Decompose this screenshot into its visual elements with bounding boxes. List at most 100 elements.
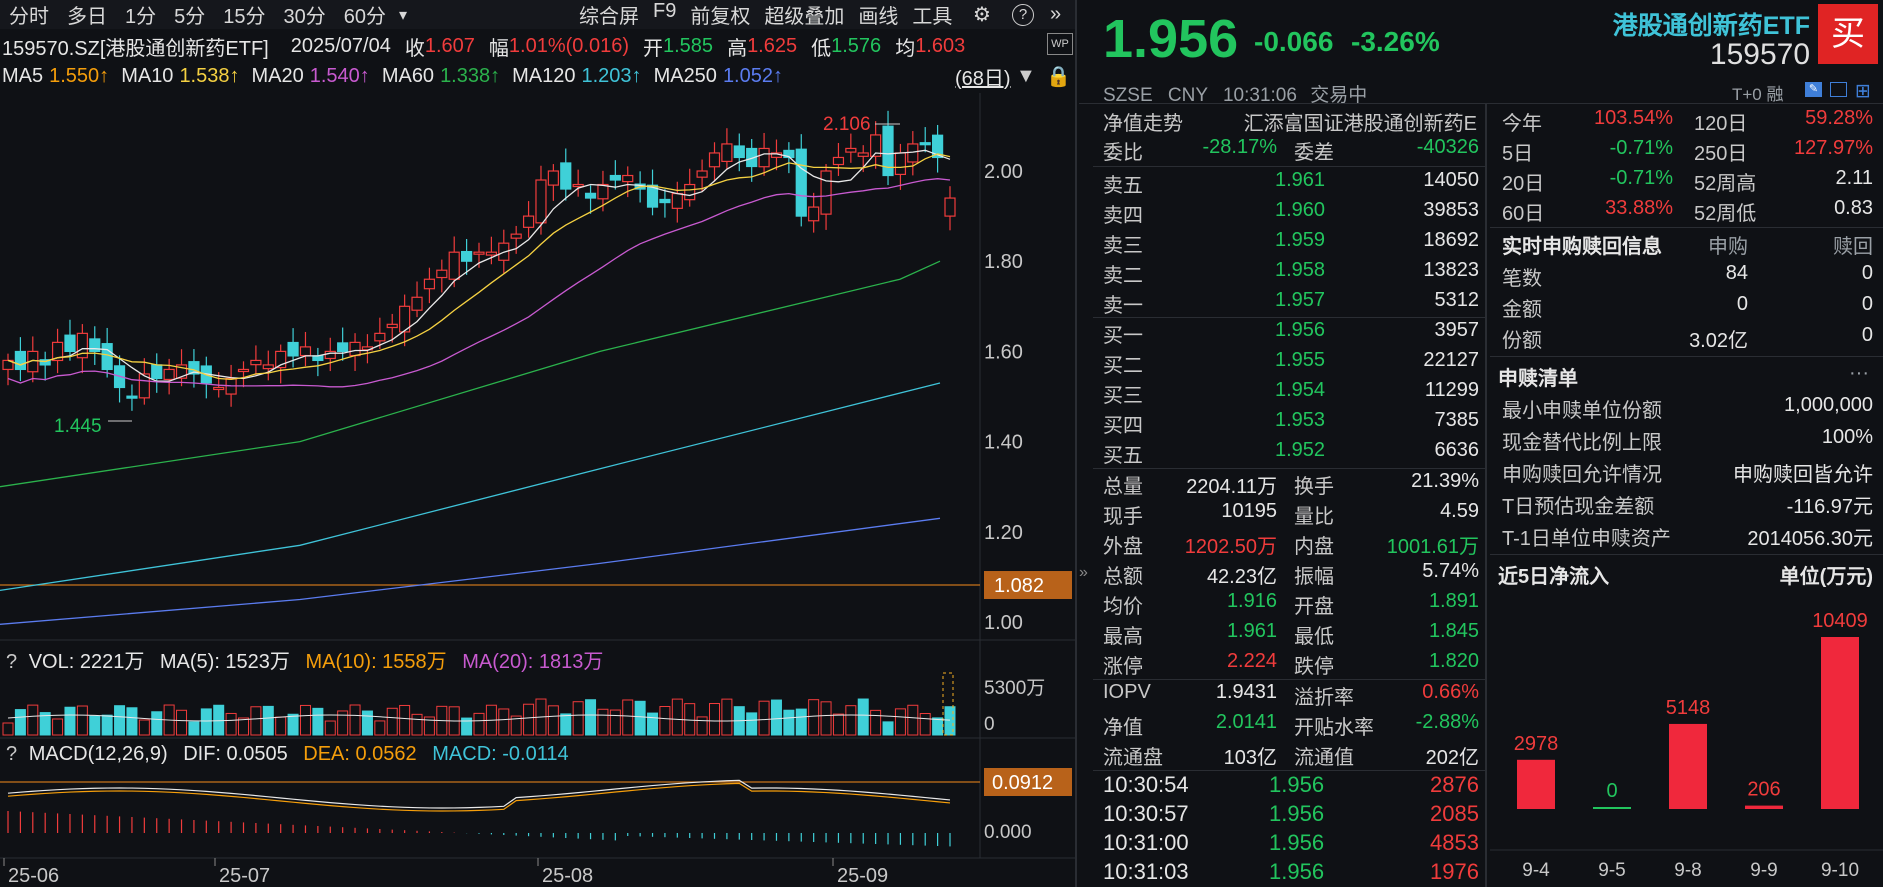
stat-row: 外盘 1202.50万 内盘 1001.61万: [1079, 530, 1487, 558]
candle-body: [622, 174, 634, 183]
bid-level-5[interactable]: 买五 1.952 6636: [1079, 439, 1487, 467]
perf-value-2: 59.28%: [1805, 107, 1873, 129]
row-value-2: 5.74%: [1422, 560, 1479, 582]
candle-body: [299, 346, 312, 357]
list-value: 100%: [1821, 426, 1873, 448]
period-low-label: 1.445: [54, 416, 102, 437]
candle-body: [262, 364, 274, 370]
bid-level-4[interactable]: 买四 1.953 7385: [1079, 409, 1487, 437]
volume-bar: [758, 700, 770, 736]
ma-line: [0, 382, 941, 592]
ask-label: 卖一: [1103, 295, 1143, 317]
edit-icon[interactable]: ✎: [1805, 82, 1822, 97]
add-icon[interactable]: ⊞: [1855, 80, 1871, 103]
row-label: 流通盘: [1103, 747, 1163, 769]
tick-price: 1.956: [1269, 772, 1325, 797]
candle-body: [485, 251, 497, 256]
volume-bar: [845, 705, 857, 736]
volume-bar: [76, 705, 88, 736]
row-label-2: 委差: [1294, 142, 1334, 164]
volume-bar: [138, 719, 150, 736]
row-label: 净值: [1103, 717, 1143, 739]
tick-time: 10:31:03: [1103, 859, 1189, 884]
ask-level-5[interactable]: 卖五 1.961 14050: [1079, 169, 1487, 197]
ask-level-3[interactable]: 卖三 1.959 18692: [1079, 229, 1487, 257]
ask-volume: 39853: [1423, 199, 1479, 221]
subred-row: 笔数 84 0: [1490, 262, 1883, 290]
volume-bar: [721, 698, 733, 736]
pct-change: -3.26%: [1351, 26, 1440, 57]
ask-volume: 14050: [1423, 169, 1479, 191]
flow-bar: [1821, 637, 1859, 809]
volume-bar: [671, 698, 683, 736]
bid-level-2[interactable]: 买二 1.955 22127: [1079, 349, 1487, 377]
volume-bar: [250, 706, 262, 736]
volume-bar: [114, 705, 126, 736]
flow-bar: [1745, 805, 1783, 809]
weibi-row: 委比 -28.17% 委差 -40326: [1079, 136, 1487, 164]
price-tick: 2.00: [984, 161, 1023, 183]
price-tick: 1.80: [984, 251, 1023, 273]
candle-body: [795, 148, 807, 217]
volume-bar: [64, 706, 76, 736]
row-label: IOPV: [1103, 681, 1151, 703]
candle-body: [14, 350, 26, 371]
flow-unit: 单位(万元): [1779, 566, 1873, 588]
candle-body: [163, 368, 175, 381]
bid-level-1[interactable]: 买一 1.956 3957: [1079, 319, 1487, 347]
row-value: 2.0141: [1215, 711, 1277, 733]
candle-body: [944, 197, 956, 217]
macd-help-icon[interactable]: ?: [0, 743, 23, 765]
volume-bar: [89, 715, 101, 736]
bid-label: 买三: [1103, 385, 1143, 407]
ask-label: 卖五: [1103, 175, 1143, 197]
ask-label: 卖二: [1103, 265, 1143, 287]
flow-bar-label: 10409: [1812, 610, 1868, 632]
row-value: -28.17%: [1202, 136, 1278, 158]
volume-bar: [808, 699, 820, 736]
list-value: 1,000,000: [1784, 394, 1873, 416]
buy-button[interactable]: 买: [1818, 4, 1878, 64]
macd-axis-zero: 0.000: [984, 822, 1032, 843]
stat-row: 总额 42.23亿 振幅 5.74%: [1079, 560, 1487, 588]
volume-bar: [622, 699, 634, 736]
bid-level-3[interactable]: 买三 1.954 11299: [1079, 379, 1487, 407]
bid-volume: 11299: [1424, 379, 1479, 401]
tick-row: 10:31:03 1.956 1976: [1079, 859, 1487, 887]
flow-bar-label: 5148: [1666, 697, 1711, 719]
row-value-2: 1001.61万: [1386, 536, 1479, 558]
nav-trend-row[interactable]: 净值走势 汇添富国证港股通创新药E: [1079, 107, 1487, 135]
stat-row: 总量 2204.11万 换手 21.39%: [1079, 470, 1487, 498]
expand-icon[interactable]: »: [1079, 564, 1088, 582]
ask-volume: 13823: [1423, 259, 1479, 281]
subred-red-value: 0: [1861, 324, 1873, 346]
volume-bar: [399, 704, 411, 736]
volume-bar: [857, 698, 869, 736]
perf-row: 今年 103.54% 120日 59.28%: [1490, 107, 1883, 135]
ask-level-4[interactable]: 卖四 1.960 39853: [1079, 199, 1487, 227]
volume-bar: [882, 721, 894, 736]
ask-level-2[interactable]: 卖二 1.958 13823: [1079, 259, 1487, 287]
row-label-2: 最低: [1294, 626, 1334, 648]
vol-help-icon[interactable]: ?: [0, 651, 23, 673]
volume-bar: [2, 722, 14, 736]
row-label: 现手: [1103, 506, 1143, 528]
volume-bar: [27, 704, 39, 736]
more-icon[interactable]: ···: [1849, 362, 1869, 385]
candle-body: [609, 174, 621, 181]
candle-body: [721, 143, 733, 163]
subred-red-value: 0: [1861, 293, 1873, 315]
fund-code: 159570: [1709, 38, 1810, 71]
price-tick: 1.00: [984, 612, 1023, 634]
candle-body: [522, 215, 535, 228]
flow-bar-label: 0: [1606, 780, 1617, 802]
ask-price: 1.961: [1275, 169, 1326, 191]
volume-bar: [919, 713, 931, 736]
ask-level-1[interactable]: 卖一 1.957 5312: [1079, 289, 1487, 317]
ma-line: [0, 517, 941, 625]
window-icon[interactable]: [1830, 82, 1847, 97]
price-tick: 1.20: [984, 522, 1023, 544]
candle-body: [572, 183, 584, 188]
perf-value: 103.54%: [1594, 107, 1673, 129]
list-value: 2014056.30元: [1747, 528, 1873, 550]
